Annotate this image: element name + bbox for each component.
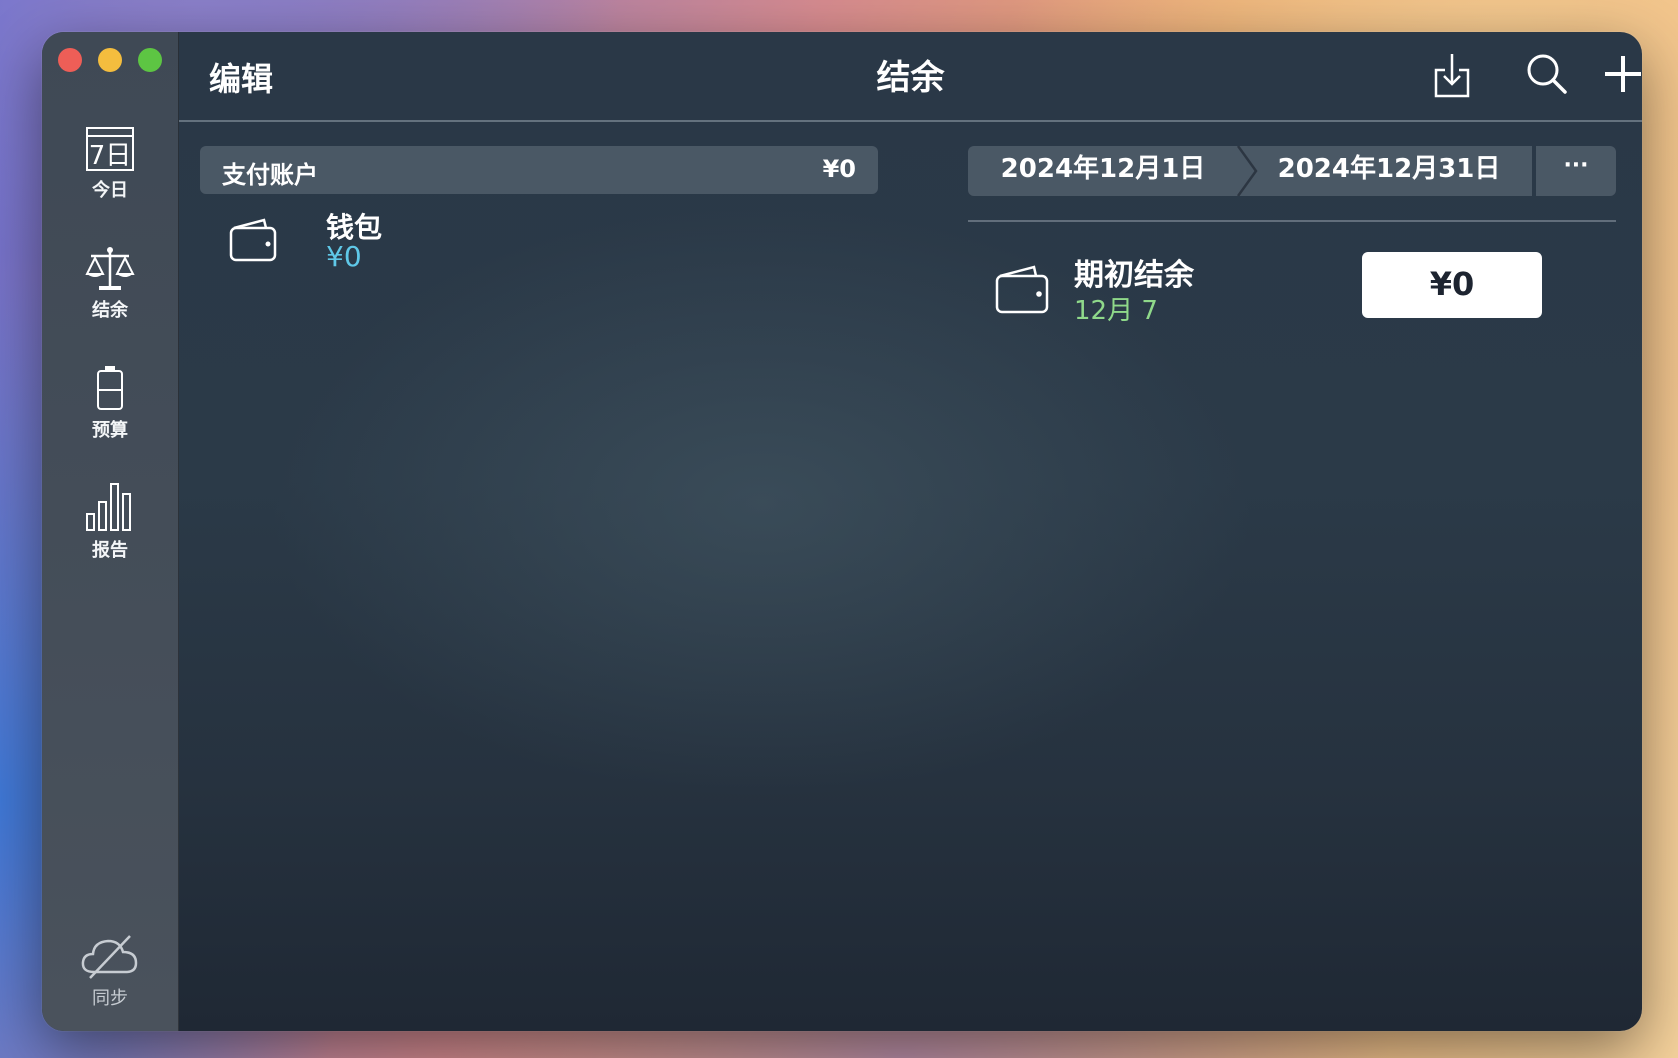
download-icon[interactable] [1432, 52, 1472, 100]
battery-icon [97, 366, 123, 410]
account-row-wallet[interactable]: 钱包 ¥0 [228, 204, 828, 284]
sidebar: 7日 今日 结余 预算 报告 同步 [42, 32, 179, 1031]
sidebar-item-label: 今日 [92, 180, 128, 201]
divider [968, 220, 1616, 222]
wallet-icon [229, 218, 277, 262]
period-end-date[interactable]: 2024年12月31日 [1246, 146, 1532, 196]
sidebar-item-sync[interactable]: 同步 [42, 932, 178, 1010]
sidebar-item-label: 结余 [92, 300, 128, 321]
sidebar-item-label: 同步 [92, 988, 128, 1009]
opening-balance-row: 期初结余 12月 7 ¥0 [992, 244, 1612, 334]
zoom-window-button[interactable] [138, 48, 162, 72]
sidebar-item-label: 预算 [92, 420, 128, 441]
wallet-icon [995, 265, 1049, 314]
opening-balance-label: 期初结余 [1074, 258, 1194, 293]
sidebar-item-today[interactable]: 7日 今日 [42, 124, 178, 202]
minimize-window-button[interactable] [98, 48, 122, 72]
bar-chart-icon [86, 483, 131, 531]
more-options-button[interactable]: ··· [1536, 146, 1616, 196]
account-balance: ¥0 [326, 240, 362, 273]
scale-icon [85, 247, 135, 290]
account-group-header[interactable]: 支付账户 ¥0 [200, 146, 878, 194]
sidebar-item-balance[interactable]: 结余 [42, 244, 178, 322]
svg-text:7日: 7日 [89, 141, 132, 171]
opening-balance-amount-field[interactable]: ¥0 [1362, 252, 1542, 318]
opening-balance-date: 12月 7 [1074, 296, 1158, 326]
add-icon[interactable] [1601, 52, 1642, 96]
toolbar: 编辑 结余 [179, 32, 1642, 122]
cloud-off-icon [81, 935, 138, 979]
sidebar-item-label: 报告 [92, 540, 128, 561]
page-title: 结余 [876, 58, 945, 98]
period-start-date[interactable]: 2024年12月1日 [968, 146, 1238, 196]
sidebar-item-reports[interactable]: 报告 [42, 480, 178, 562]
period-selector: 2024年12月1日 2024年12月31日 [968, 146, 1532, 196]
close-window-button[interactable] [58, 48, 82, 72]
account-group-total: ¥0 [822, 155, 856, 183]
account-group-name: 支付账户 [222, 161, 318, 189]
app-window: 7日 今日 结余 预算 报告 同步 编辑 结余 支付账户 ¥0 钱包 ¥0 20… [42, 32, 1642, 1031]
search-icon[interactable] [1525, 52, 1569, 96]
calendar-icon: 7日 [86, 127, 134, 171]
sidebar-item-budget[interactable]: 预算 [42, 364, 178, 442]
